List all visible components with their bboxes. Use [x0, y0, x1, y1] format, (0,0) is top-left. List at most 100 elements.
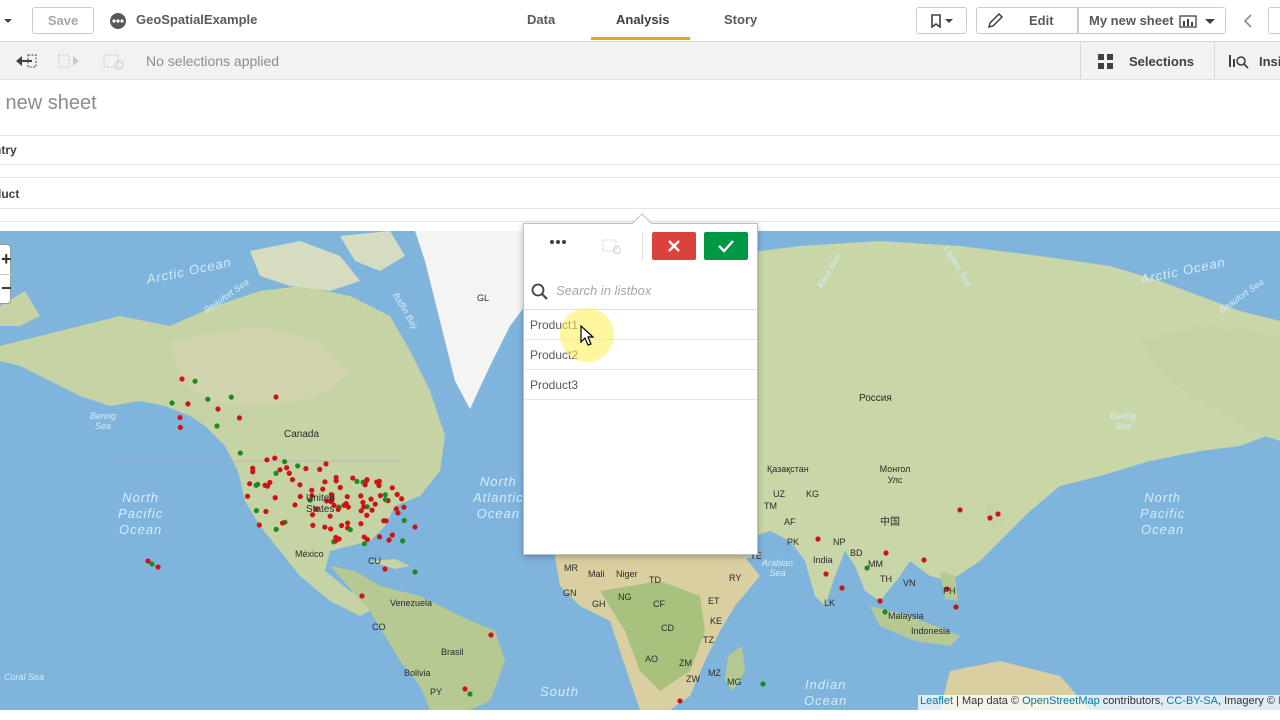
map-point[interactable] — [995, 511, 1001, 517]
map-point[interactable] — [255, 481, 261, 487]
map-point[interactable] — [361, 541, 367, 547]
map-point[interactable] — [399, 496, 405, 502]
tab-data[interactable]: Data — [527, 12, 555, 27]
map-point[interactable] — [364, 536, 371, 543]
map-point[interactable] — [297, 493, 303, 500]
map-point[interactable] — [343, 500, 349, 507]
confirm-selection-button[interactable] — [704, 232, 748, 260]
next-sheet-button[interactable] — [1268, 7, 1280, 34]
zoom-in-button[interactable]: + — [1, 249, 12, 270]
osm-link[interactable]: OpenStreetMap — [1022, 695, 1100, 707]
map-point[interactable] — [401, 504, 407, 510]
map-point[interactable] — [374, 479, 380, 485]
map-point[interactable] — [382, 492, 388, 498]
map-point[interactable] — [247, 481, 253, 487]
cancel-selection-button[interactable] — [652, 232, 696, 260]
map-point[interactable] — [279, 520, 286, 526]
tab-story[interactable]: Story — [724, 12, 757, 27]
map-point[interactable] — [272, 455, 278, 461]
map-point[interactable] — [350, 475, 356, 481]
map-point[interactable] — [295, 463, 301, 469]
map-point[interactable] — [412, 524, 418, 530]
map-point[interactable] — [322, 479, 328, 485]
map-point[interactable] — [401, 517, 407, 524]
map-point[interactable] — [322, 524, 328, 530]
map-point[interactable] — [386, 537, 392, 543]
map-point[interactable] — [338, 522, 345, 529]
map-point[interactable] — [310, 522, 316, 528]
save-button[interactable]: Save — [32, 7, 94, 34]
map-point[interactable] — [488, 632, 494, 638]
map-point[interactable] — [262, 482, 268, 488]
listbox-search[interactable]: Search in listbox — [524, 274, 757, 310]
map-point[interactable] — [368, 496, 374, 502]
map-point[interactable] — [273, 526, 279, 532]
map-point[interactable] — [412, 569, 418, 575]
map-point[interactable] — [336, 536, 342, 542]
map-point[interactable] — [267, 479, 273, 486]
map-point[interactable] — [957, 507, 963, 513]
map-point[interactable] — [381, 518, 387, 524]
map-point[interactable] — [677, 698, 683, 704]
list-item[interactable]: Product3 — [524, 370, 757, 400]
map-point[interactable] — [179, 376, 185, 382]
map-point[interactable] — [317, 466, 323, 472]
map-point[interactable] — [292, 502, 298, 508]
leaflet-link[interactable]: Leaflet — [920, 695, 953, 707]
map-point[interactable] — [364, 477, 370, 484]
map-point[interactable] — [395, 510, 401, 516]
map-point[interactable] — [263, 508, 269, 515]
map-point[interactable] — [953, 604, 959, 610]
map-point[interactable] — [839, 585, 845, 591]
map-point[interactable] — [192, 378, 198, 384]
map-point[interactable] — [237, 450, 243, 456]
map-point[interactable] — [250, 469, 256, 475]
map-point[interactable] — [245, 493, 251, 499]
list-item[interactable]: Product2 — [524, 340, 757, 370]
map-point[interactable] — [155, 564, 161, 570]
map-point[interactable] — [358, 508, 364, 514]
map-point[interactable] — [462, 686, 468, 692]
map-point[interactable] — [333, 478, 339, 484]
map-point[interactable] — [400, 538, 406, 544]
selections-button[interactable]: Selections — [1129, 54, 1194, 69]
map-point[interactable] — [303, 466, 309, 472]
map-point[interactable] — [277, 467, 283, 473]
zoom-out-button[interactable]: − — [1, 278, 12, 299]
sheet-menu-button[interactable]: My new sheet — [1078, 7, 1226, 34]
map-point[interactable] — [372, 501, 378, 507]
map-point[interactable] — [253, 508, 260, 514]
map-point[interactable] — [883, 550, 889, 556]
insights-button[interactable]: Insi — [1259, 54, 1280, 69]
map-point[interactable] — [323, 461, 329, 467]
map-point[interactable] — [360, 499, 366, 506]
map-point[interactable] — [376, 534, 383, 540]
map-point[interactable] — [286, 470, 292, 476]
map-point[interactable] — [358, 493, 364, 499]
filter-pane-country[interactable]: ntry — [0, 136, 1280, 178]
map-point[interactable] — [345, 520, 351, 526]
map-point[interactable] — [273, 394, 279, 400]
map-point[interactable] — [228, 394, 234, 400]
map-point[interactable] — [215, 406, 221, 412]
map-point[interactable] — [149, 561, 155, 567]
map-point[interactable] — [382, 566, 388, 572]
map-point[interactable] — [337, 484, 343, 491]
map-point[interactable] — [185, 401, 191, 407]
map-point[interactable] — [297, 482, 303, 488]
map-point[interactable] — [264, 457, 270, 463]
map-point[interactable] — [214, 423, 220, 429]
map-point[interactable] — [760, 681, 766, 687]
map-point[interactable] — [389, 485, 395, 491]
map-point[interactable] — [877, 598, 883, 604]
more-options-button[interactable] — [548, 234, 568, 252]
map-point[interactable] — [289, 477, 296, 483]
map-point[interactable] — [284, 465, 290, 471]
map-point[interactable] — [369, 507, 375, 513]
map-point[interactable] — [467, 691, 473, 697]
clear-selection-icon[interactable] — [602, 238, 622, 254]
menu-dropdown-button[interactable] — [0, 7, 20, 34]
map-point[interactable] — [987, 515, 993, 521]
map-point[interactable] — [347, 527, 353, 533]
map-point[interactable] — [815, 536, 821, 542]
